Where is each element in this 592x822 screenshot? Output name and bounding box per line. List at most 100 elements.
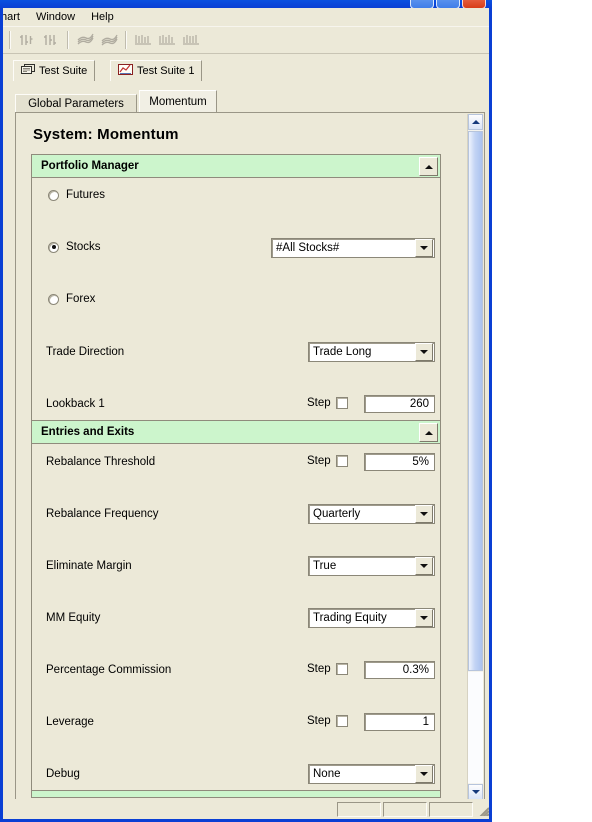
tab-global-parameters[interactable]: Global Parameters [15, 94, 137, 113]
radio-button[interactable] [48, 293, 59, 305]
row-rebalance-frequency: Rebalance Frequency Quarterly [32, 502, 440, 528]
step-toggle[interactable]: Step [307, 455, 348, 467]
chevron-down-icon[interactable] [415, 557, 433, 575]
select-value: Quarterly [313, 508, 361, 520]
tab-label: Test Suite [39, 65, 88, 77]
status-panel [429, 801, 473, 817]
scroll-up-icon[interactable] [468, 114, 483, 130]
row-trade-direction: Trade Direction Trade Long [32, 340, 440, 366]
collapse-up-icon[interactable] [419, 423, 438, 442]
status-panel [337, 801, 381, 817]
row-label: Lookback 1 [46, 398, 105, 410]
collapse-up-icon[interactable] [419, 157, 438, 176]
percentage-commission-input[interactable]: 0.3% [364, 661, 435, 679]
tab-test-suite[interactable]: Test Suite [13, 60, 96, 81]
collapsed-group-bar[interactable] [31, 790, 441, 798]
menu-help[interactable]: Help [83, 9, 122, 25]
chart-hist-third-icon[interactable] [179, 29, 203, 51]
step-label: Step [307, 663, 331, 675]
title-bar[interactable] [0, 0, 492, 9]
tab-test-suite-1[interactable]: Test Suite 1 [110, 60, 203, 81]
leverage-input[interactable]: 1 [364, 713, 435, 731]
step-checkbox[interactable] [335, 715, 348, 727]
wave-lines-alt-icon[interactable] [97, 29, 121, 51]
toolbar-separator [9, 31, 11, 49]
step-label: Step [307, 397, 331, 409]
stocks-universe-select[interactable]: #All Stocks# [271, 238, 435, 258]
row-futures: Futures [32, 184, 440, 210]
input-value: 0.3% [402, 664, 429, 676]
radio-stocks[interactable]: Stocks [48, 241, 101, 253]
step-label: Step [307, 715, 331, 727]
row-forex: Forex [32, 288, 440, 314]
step-checkbox[interactable] [335, 397, 348, 409]
row-mm-equity: MM Equity Trading Equity [32, 606, 440, 632]
row-rebalance-threshold: Rebalance Threshold Step 5% [32, 450, 440, 476]
resize-grip-icon[interactable] [475, 802, 489, 816]
rebalance-threshold-input[interactable]: 5% [364, 453, 435, 471]
select-value: #All Stocks# [276, 242, 340, 254]
group-body: Rebalance Threshold Step 5% Rebalance Fr… [32, 444, 440, 792]
group-header[interactable]: Entries and Exits [32, 421, 440, 444]
chart-hist-icon[interactable] [131, 29, 155, 51]
row-label: Rebalance Threshold [46, 456, 156, 468]
chevron-down-icon[interactable] [415, 765, 433, 783]
scrollbar-thumb[interactable] [468, 131, 483, 671]
application-window: hart Window Help Test Suite Test Suite 1… [0, 0, 492, 822]
vertical-scrollbar[interactable] [467, 114, 483, 800]
step-checkbox[interactable] [335, 663, 348, 675]
trade-direction-select[interactable]: Trade Long [308, 342, 435, 362]
select-value: Trading Equity [313, 612, 387, 624]
eliminate-margin-select[interactable]: True [308, 556, 435, 576]
menu-window[interactable]: Window [28, 9, 83, 25]
input-value: 5% [412, 456, 429, 468]
radio-button[interactable] [48, 241, 59, 253]
row-label: Eliminate Margin [46, 560, 132, 572]
step-checkbox[interactable] [335, 455, 348, 467]
wave-lines-icon[interactable] [73, 29, 97, 51]
group-entries-and-exits: Entries and Exits Rebalance Threshold St… [31, 420, 441, 793]
windows-stack-icon [21, 64, 35, 78]
radio-button[interactable] [48, 189, 59, 201]
chevron-down-icon[interactable] [415, 239, 433, 257]
step-toggle[interactable]: Step [307, 715, 348, 727]
row-stocks: Stocks #All Stocks# [32, 236, 440, 262]
radio-forex[interactable]: Forex [48, 293, 95, 305]
row-percentage-commission: Percentage Commission Step 0.3% [32, 658, 440, 684]
debug-select[interactable]: None [308, 764, 435, 784]
group-portfolio-manager: Portfolio Manager Futures Stocks #All St… [31, 154, 441, 622]
step-label: Step [307, 455, 331, 467]
menu-chart[interactable]: hart [3, 9, 28, 25]
row-label: Leverage [46, 716, 94, 728]
step-toggle[interactable]: Step [307, 663, 348, 675]
scroll-down-icon[interactable] [468, 784, 483, 800]
chevron-down-icon[interactable] [415, 343, 433, 361]
window-controls [410, 0, 486, 9]
chart-bars-alt-icon[interactable] [39, 29, 63, 51]
parameters-panel: System: Momentum Portfolio Manager Futur… [15, 112, 485, 802]
page-title: System: Momentum [33, 126, 179, 143]
scrollbar-track[interactable] [468, 672, 483, 783]
toolbar-separator [125, 31, 127, 49]
lookback-1-input[interactable]: 260 [364, 395, 435, 413]
mm-equity-select[interactable]: Trading Equity [308, 608, 435, 628]
radio-label: Futures [66, 189, 105, 201]
step-toggle[interactable]: Step [307, 397, 348, 409]
select-value: True [313, 560, 337, 572]
chart-line-icon [118, 64, 133, 78]
chevron-down-icon[interactable] [415, 505, 433, 523]
chart-hist-alt-icon[interactable] [155, 29, 179, 51]
select-value: None [313, 768, 341, 780]
tab-momentum[interactable]: Momentum [139, 90, 217, 113]
row-eliminate-margin: Eliminate Margin True [32, 554, 440, 580]
menu-bar: hart Window Help [3, 8, 489, 26]
tab-label: Momentum [149, 96, 207, 108]
inner-tab-strip: Global Parameters Momentum [15, 90, 485, 113]
rebalance-frequency-select[interactable]: Quarterly [308, 504, 435, 524]
radio-futures[interactable]: Futures [48, 189, 105, 201]
status-panel [383, 801, 427, 817]
row-label: MM Equity [46, 612, 101, 624]
group-header[interactable]: Portfolio Manager [32, 155, 440, 178]
chevron-down-icon[interactable] [415, 609, 433, 627]
chart-bars-icon[interactable] [15, 29, 39, 51]
